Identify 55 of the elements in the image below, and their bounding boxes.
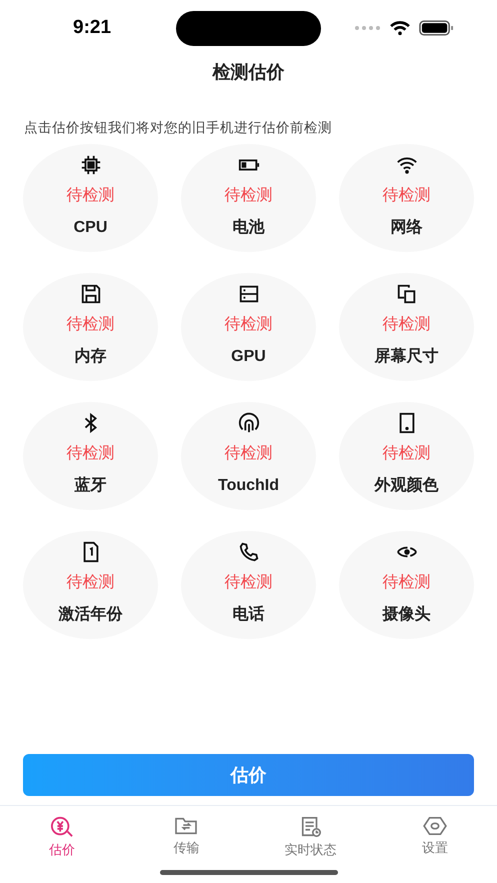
chip-icon	[80, 154, 102, 176]
document-clock-icon	[300, 816, 322, 838]
signal-dots-icon	[355, 26, 381, 30]
check-item[interactable]: 待检测 蓝牙	[23, 402, 158, 510]
check-item[interactable]: 待检测 摄像头	[339, 531, 474, 640]
wifi-icon	[389, 20, 411, 36]
check-label: GPU	[231, 347, 266, 368]
phone-icon	[238, 541, 260, 564]
check-item[interactable]: 待检测 电池	[181, 144, 316, 252]
check-status: 待检测	[382, 315, 430, 336]
fingerprint-icon	[238, 412, 260, 434]
check-status: 待检测	[224, 573, 272, 594]
server-icon	[238, 283, 260, 306]
check-status: 待检测	[382, 444, 430, 464]
folder-icon	[174, 816, 198, 836]
check-item[interactable]: 待检测 屏幕尺寸	[339, 273, 474, 382]
check-label: TouchId	[218, 476, 280, 496]
status-time: 9:21	[73, 16, 112, 40]
check-label: 蓝牙	[74, 476, 106, 496]
check-status: 待检测	[66, 315, 114, 336]
battery-icon	[419, 20, 454, 36]
tab-item[interactable]: 传输	[124, 816, 248, 860]
check-label: 内存	[74, 346, 106, 368]
check-item[interactable]: 待检测 网络	[339, 144, 474, 252]
check-status: 待检测	[224, 186, 272, 206]
hexagon-icon	[422, 816, 447, 836]
check-item[interactable]: 待检测 电话	[181, 531, 316, 640]
tab-item[interactable]: 设置	[372, 816, 497, 860]
check-status: 待检测	[66, 444, 114, 464]
tab-item[interactable]: 实时状态	[248, 816, 373, 860]
page-title: 检测估价	[212, 60, 284, 84]
check-item[interactable]: 待检测 内存	[23, 273, 158, 382]
check-item[interactable]: 待检测 外观颜色	[339, 402, 474, 510]
check-item[interactable]: 待检测 GPU	[181, 273, 316, 382]
check-status: 待检测	[224, 315, 272, 336]
check-status: 待检测	[224, 444, 272, 464]
hint-text: 点击估价按钮我们将对您的旧手机进行估价前检测	[24, 119, 333, 137]
check-label: 外观颜色	[374, 475, 438, 496]
check-status: 待检测	[66, 573, 114, 594]
check-status: 待检测	[66, 186, 114, 206]
yen-search-icon	[49, 816, 76, 838]
check-label: 屏幕尺寸	[374, 346, 438, 368]
check-item[interactable]: 待检测 TouchId	[181, 402, 316, 510]
check-label: CPU	[74, 218, 108, 238]
check-label: 网络	[390, 218, 422, 238]
check-status: 待检测	[382, 573, 430, 594]
devices-icon	[396, 283, 418, 306]
check-label: 激活年份	[58, 604, 122, 626]
check-label: 电池	[232, 218, 264, 238]
tab-item[interactable]: 估价	[0, 816, 124, 860]
check-status: 待检测	[382, 186, 430, 206]
check-label: 摄像头	[382, 604, 430, 626]
check-item[interactable]: 待检测 激活年份	[23, 531, 158, 640]
check-item[interactable]: 待检测 CPU	[23, 144, 158, 252]
check-label: 电话	[232, 604, 264, 626]
